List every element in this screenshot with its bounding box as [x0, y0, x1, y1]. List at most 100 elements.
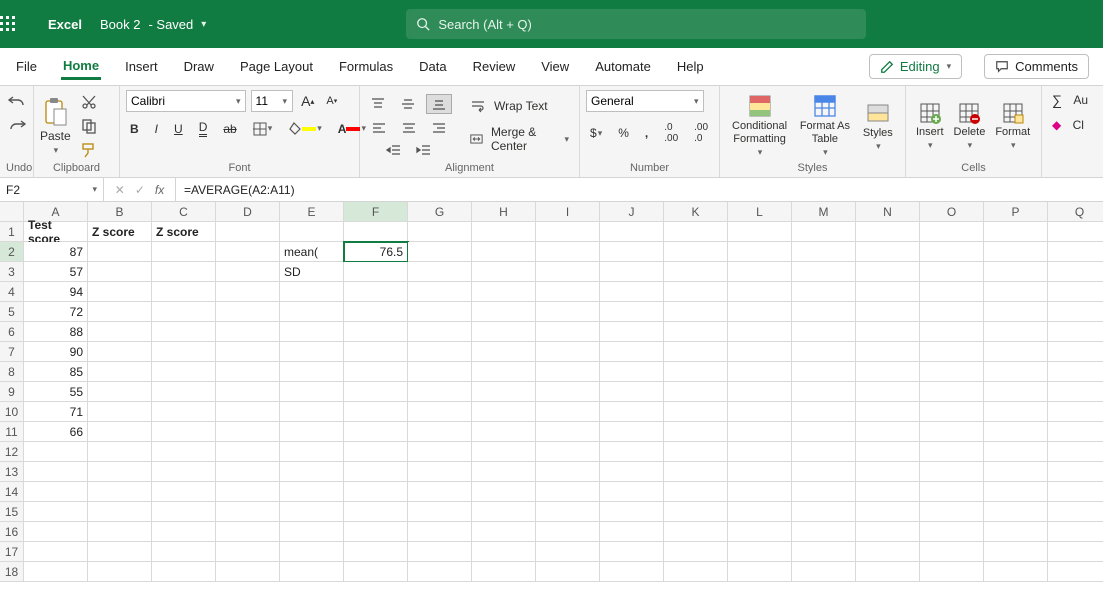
align-center-button[interactable] [397, 120, 421, 136]
cell[interactable] [88, 522, 152, 542]
cell[interactable] [920, 462, 984, 482]
cell[interactable] [856, 422, 920, 442]
comments-button[interactable]: Comments [984, 54, 1089, 79]
cell[interactable] [344, 262, 408, 282]
cell[interactable] [344, 362, 408, 382]
format-as-table-button[interactable]: Format As Table▾ [795, 92, 855, 159]
cell[interactable] [920, 522, 984, 542]
format-painter-button[interactable] [77, 140, 101, 160]
cell[interactable] [920, 282, 984, 302]
cell[interactable] [1048, 502, 1103, 522]
cell[interactable] [600, 542, 664, 562]
cell[interactable] [1048, 462, 1103, 482]
cell[interactable] [728, 222, 792, 242]
cell[interactable] [1048, 362, 1103, 382]
cell[interactable]: 66 [24, 422, 88, 442]
cell[interactable] [472, 442, 536, 462]
formula-input[interactable]: =AVERAGE(A2:A11) [176, 178, 1103, 201]
cell[interactable] [280, 422, 344, 442]
merge-center-button[interactable]: Merge & Center ▾ [466, 123, 573, 155]
tab-view[interactable]: View [539, 55, 571, 78]
tab-insert[interactable]: Insert [123, 55, 160, 78]
cell[interactable] [664, 282, 728, 302]
tab-data[interactable]: Data [417, 55, 448, 78]
cell[interactable] [88, 422, 152, 442]
cell[interactable] [1048, 342, 1103, 362]
increase-font-button[interactable]: A▴ [297, 91, 318, 111]
strikethrough-button[interactable]: ab [219, 120, 240, 138]
cell[interactable] [600, 402, 664, 422]
cell[interactable] [1048, 302, 1103, 322]
row-header[interactable]: 4 [0, 282, 24, 302]
cell[interactable] [24, 462, 88, 482]
comma-button[interactable]: , [641, 124, 652, 142]
cell[interactable] [600, 302, 664, 322]
cell[interactable] [216, 442, 280, 462]
cell[interactable]: SD [280, 262, 344, 282]
cell[interactable] [728, 242, 792, 262]
cell[interactable] [792, 422, 856, 442]
cell[interactable] [24, 562, 88, 582]
cell[interactable] [280, 502, 344, 522]
cell[interactable] [984, 362, 1048, 382]
cell[interactable]: 90 [24, 342, 88, 362]
cell[interactable] [216, 522, 280, 542]
tab-review[interactable]: Review [471, 55, 518, 78]
clear-button[interactable]: ◆ Cl [1048, 116, 1088, 134]
cell[interactable] [344, 422, 408, 442]
cell[interactable] [728, 522, 792, 542]
app-launcher-icon[interactable] [0, 16, 48, 32]
cell[interactable] [280, 282, 344, 302]
cell[interactable] [536, 422, 600, 442]
cell[interactable] [792, 402, 856, 422]
cell[interactable]: Test score [24, 222, 88, 242]
increase-decimal-button[interactable]: .0.00 [660, 120, 682, 146]
cell[interactable] [984, 402, 1048, 422]
cell[interactable] [152, 382, 216, 402]
cell[interactable] [472, 402, 536, 422]
cell[interactable] [536, 322, 600, 342]
cancel-icon[interactable]: ✕ [115, 183, 125, 197]
cell[interactable] [344, 462, 408, 482]
cell[interactable] [600, 442, 664, 462]
cell[interactable] [600, 222, 664, 242]
cell[interactable] [408, 402, 472, 422]
copy-button[interactable] [77, 116, 101, 136]
cell[interactable] [1048, 322, 1103, 342]
name-box[interactable]: F2 ▾ [0, 178, 104, 201]
tab-file[interactable]: File [14, 55, 39, 78]
cell[interactable] [88, 282, 152, 302]
cell[interactable] [792, 522, 856, 542]
cell[interactable] [728, 542, 792, 562]
cell[interactable] [408, 342, 472, 362]
cell[interactable] [536, 402, 600, 422]
cell[interactable] [984, 302, 1048, 322]
cell[interactable] [536, 542, 600, 562]
cell[interactable]: Z score [152, 222, 216, 242]
cell[interactable] [344, 222, 408, 242]
row-header[interactable]: 11 [0, 422, 24, 442]
column-header[interactable]: Q [1048, 202, 1103, 222]
cell[interactable] [728, 322, 792, 342]
underline-button[interactable]: U [170, 120, 187, 138]
cell[interactable] [408, 442, 472, 462]
row-header[interactable]: 13 [0, 462, 24, 482]
cell[interactable] [152, 442, 216, 462]
cell[interactable] [216, 222, 280, 242]
cell[interactable] [600, 482, 664, 502]
cell[interactable] [472, 382, 536, 402]
number-format-select[interactable] [586, 90, 704, 112]
font-name-input[interactable] [126, 90, 246, 112]
cell[interactable] [984, 562, 1048, 582]
cell[interactable] [984, 542, 1048, 562]
row-header[interactable]: 9 [0, 382, 24, 402]
cell[interactable] [600, 462, 664, 482]
double-underline-button[interactable]: D [195, 118, 212, 139]
cell[interactable] [792, 222, 856, 242]
column-header[interactable]: G [408, 202, 472, 222]
cell[interactable] [984, 462, 1048, 482]
cell[interactable] [728, 342, 792, 362]
cell[interactable] [792, 482, 856, 502]
cell[interactable] [600, 382, 664, 402]
cell[interactable] [344, 442, 408, 462]
